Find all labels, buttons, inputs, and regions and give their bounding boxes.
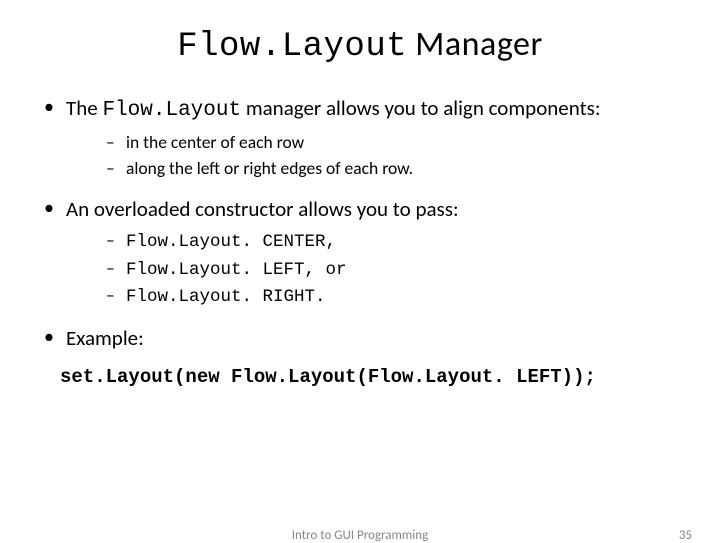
slide: Flow.Layout Manager The Flow.Layout mana… xyxy=(0,0,720,540)
sub-list: Flow.Layout. CENTER, Flow.Layout. LEFT, … xyxy=(66,229,690,310)
slide-title: Flow.Layout Manager xyxy=(30,24,690,66)
bullet-text-pre: An overloaded constructor allows you to … xyxy=(66,196,459,222)
bullet-text-post: manager allows you to align components: xyxy=(241,95,600,121)
title-code: Flow.Layout xyxy=(177,28,407,66)
sub-code: Flow.Layout. RIGHT. xyxy=(126,287,326,307)
sub-item: in the center of each row xyxy=(106,131,690,155)
sub-item: Flow.Layout. RIGHT. xyxy=(106,284,690,310)
bullet-text-code: Flow.Layout xyxy=(102,99,241,122)
title-rest: Manager xyxy=(407,24,543,65)
page-number: 35 xyxy=(679,528,692,543)
sub-text: along the left or right edges of each ro… xyxy=(126,157,413,179)
sub-text: in the center of each row xyxy=(126,131,304,153)
bullet-item: An overloaded constructor allows you to … xyxy=(44,195,690,310)
sub-item: Flow.Layout. LEFT, or xyxy=(106,257,690,283)
bullet-list: The Flow.Layout manager allows you to al… xyxy=(30,94,690,352)
sub-list: in the center of each row along the left… xyxy=(66,131,690,180)
bullet-text-pre: Example: xyxy=(66,325,144,351)
footer-center-text: Intro to GUI Programming xyxy=(0,528,720,543)
sub-code: Flow.Layout. CENTER, xyxy=(126,232,336,252)
sub-code: Flow.Layout. LEFT, or xyxy=(126,260,347,280)
bullet-item: Example: xyxy=(44,324,690,352)
bullet-item: The Flow.Layout manager allows you to al… xyxy=(44,94,690,181)
sub-item: Flow.Layout. CENTER, xyxy=(106,229,690,255)
sub-item: along the left or right edges of each ro… xyxy=(106,157,690,181)
bullet-text-pre: The xyxy=(66,95,102,121)
example-code: set.Layout(new Flow.Layout(Flow.Layout. … xyxy=(30,366,690,388)
